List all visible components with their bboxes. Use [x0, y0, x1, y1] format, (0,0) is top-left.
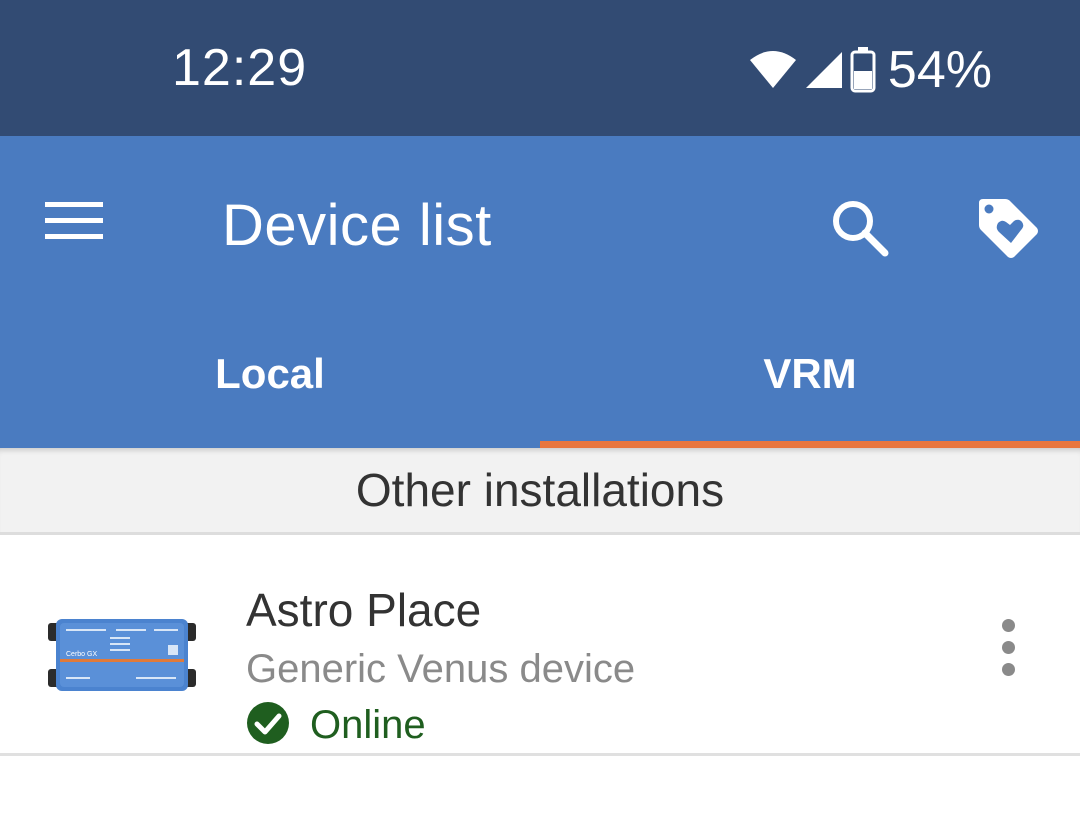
wifi-icon: [748, 50, 798, 90]
search-button[interactable]: [814, 184, 906, 276]
device-type: Generic Venus device: [246, 647, 636, 691]
system-status-bar: 12:29 54%: [0, 0, 1080, 136]
status-text: Online: [310, 703, 426, 747]
menu-button[interactable]: [28, 176, 120, 268]
menu-icon: [45, 200, 103, 245]
page-title: Device list: [222, 193, 492, 258]
favorites-tag-button[interactable]: [960, 182, 1056, 278]
battery-icon: [850, 47, 876, 93]
more-options-button[interactable]: [978, 607, 1038, 687]
tab-local[interactable]: Local: [0, 312, 540, 448]
check-circle-icon: [246, 701, 290, 750]
cell-signal-icon: [804, 50, 844, 90]
app-bar: Device list Local VRM: [0, 136, 1080, 448]
device-image-label: Cerbo GX: [66, 651, 97, 658]
section-header: Other installations: [0, 448, 1080, 535]
clock: 12:29: [172, 39, 308, 97]
more-vert-icon: [1001, 618, 1015, 632]
tab-vrm[interactable]: VRM: [540, 312, 1080, 448]
battery-percent: 54%: [887, 41, 992, 99]
device-list-item[interactable]: Cerbo GX Astro Place Generic Venus devic…: [0, 535, 1080, 756]
tab-bar: Local VRM: [0, 312, 1080, 448]
device-status: Online: [246, 701, 426, 750]
search-icon: [831, 199, 889, 262]
device-image: Cerbo GX: [46, 615, 198, 695]
tag-heart-icon: [975, 195, 1041, 266]
device-name: Astro Place: [246, 584, 482, 636]
status-indicators: 54%: [748, 41, 992, 99]
